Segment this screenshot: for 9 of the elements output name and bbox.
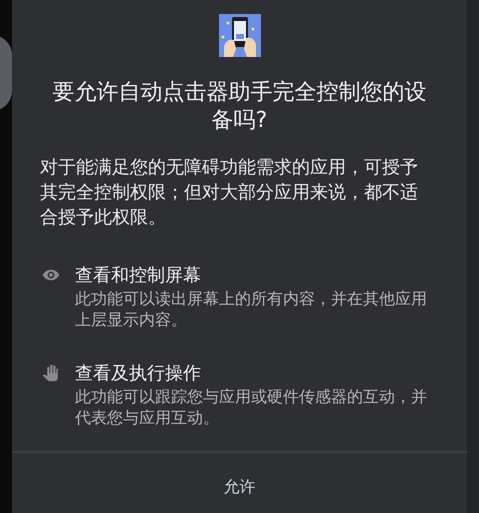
dialog-message: 对于能满足您的无障碍功能需求的应用，可授予其完全控制权限；但对大部分应用来说，都不适合授予此权限。 xyxy=(40,156,419,230)
phone-hands-icon xyxy=(218,14,260,57)
dialog-title: 要允许自动点击器助手完全控制您的设备吗? xyxy=(52,79,428,135)
permission-title: 查看和控制屏幕 xyxy=(75,264,202,288)
permission-description: 此功能可以跟踪您与应用或硬件传感器的互动，并代表您与应用互动。 xyxy=(75,386,428,428)
permission-description: 此功能可以读出屏幕上的所有内容，并在其他应用上层显示内容。 xyxy=(75,288,428,330)
permission-title: 查看及执行操作 xyxy=(75,362,202,386)
hand-icon xyxy=(42,364,60,382)
allow-button[interactable]: 允许 xyxy=(218,472,262,502)
